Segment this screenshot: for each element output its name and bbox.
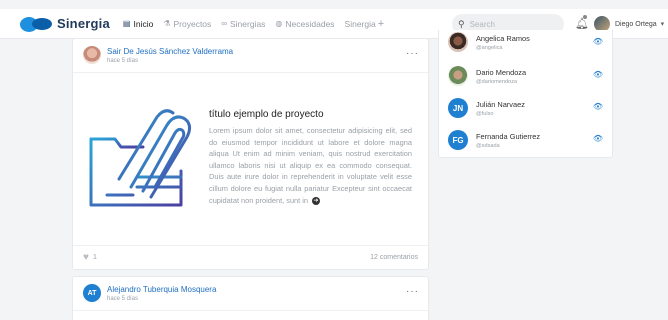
post-body: título ejemplo de proyecto Lorem ipsum d… — [73, 73, 428, 245]
link-icon: ∞ — [221, 19, 227, 28]
post-author[interactable]: Alejandro Tuberquia Mosquera — [107, 285, 216, 294]
search-input[interactable] — [469, 19, 550, 29]
avatar — [448, 32, 468, 52]
avatar: JN — [448, 98, 468, 118]
eye-icon[interactable]: 👁︎ — [593, 134, 603, 143]
user-name: Diego Ortega — [615, 20, 657, 28]
projects-icon: ⚗ — [163, 19, 171, 28]
like-count: 1 — [92, 254, 97, 261]
heart-icon[interactable]: ♥ — [83, 252, 89, 263]
avatar: FG — [448, 130, 468, 150]
nav-item-proyectos[interactable]: ⚗ Proyectos — [163, 19, 211, 29]
nav-label: Sinergias — [229, 18, 266, 29]
suggested-user-handle: @dariomendoza — [476, 79, 518, 85]
suggested-user-handle: @sdsada — [476, 143, 500, 149]
project-post-card: Sair De Jesús Sánchez Valderrama hace 5 … — [72, 38, 429, 270]
suggested-user-handle: @angelica — [476, 45, 503, 51]
eye-icon[interactable]: 👁︎ — [593, 70, 603, 79]
post-header: AT Alejandro Tuberquia Mosquera hace 5 d… — [73, 277, 428, 311]
brand-name: Sinergia — [57, 16, 110, 31]
avatar[interactable]: AT — [83, 284, 101, 302]
nav-item-add-sinergia[interactable]: Sinergia + — [344, 17, 385, 30]
project-description: Lorem ipsum dolor sit amet, consectetur … — [209, 125, 412, 206]
home-icon: ▤ — [122, 19, 131, 28]
suggested-users-panel: Angelica Ramos @angelica 👁︎ Dario Mendoz… — [438, 30, 613, 158]
project-description-text: Lorem ipsum dolor sit amet, consectetur … — [209, 126, 412, 205]
more-options-icon[interactable]: ··· — [406, 286, 419, 297]
suggested-user-name: Julián Narvaez — [476, 100, 525, 109]
nav-item-inicio[interactable]: ▤ Inicio — [123, 19, 153, 29]
nav-item-necesidades[interactable]: ◍ Necesidades — [275, 19, 334, 29]
suggested-user[interactable]: FG Fernanda Gutierrez @sdsada 👁︎ — [439, 126, 612, 156]
nav-label: Sinergia — [344, 18, 376, 29]
sinergia-logo-icon — [20, 16, 54, 32]
brand-logo[interactable]: Sinergia — [20, 16, 110, 32]
notification-dot — [583, 15, 587, 19]
suggested-user[interactable]: Angelica Ramos @angelica 👁︎ — [439, 30, 612, 60]
plus-icon: + — [377, 17, 385, 30]
post-header: Sair De Jesús Sánchez Valderrama hace 5 … — [73, 39, 428, 73]
main-nav: ▤ Inicio ⚗ Proyectos ∞ Sinergias ◍ Neces… — [123, 17, 394, 30]
comments-link[interactable]: 12 comentarios — [370, 254, 418, 261]
globe-icon: ◍ — [275, 19, 283, 28]
nav-item-sinergias[interactable]: ∞ Sinergias — [221, 19, 265, 29]
post-footer: ♥ 1 12 comentarios — [73, 245, 428, 269]
search-icon: ⚲ — [458, 18, 465, 29]
post-timestamp: hace 5 días — [107, 58, 139, 64]
post-timestamp: hace 5 días — [107, 296, 139, 302]
eye-icon[interactable]: 👁︎ — [593, 102, 603, 111]
post-author[interactable]: Sair De Jesús Sánchez Valderrama — [107, 47, 233, 56]
arrow-right-icon[interactable]: ➜ — [312, 196, 321, 205]
suggested-user[interactable]: Dario Mendoza @dariomendoza 👁︎ — [439, 62, 612, 92]
project-post-card: AT Alejandro Tuberquia Mosquera hace 5 d… — [72, 276, 429, 320]
suggested-user-name: Fernanda Gutierrez — [476, 132, 541, 141]
nav-label: Proyectos — [173, 18, 212, 29]
project-title[interactable]: título ejemplo de proyecto — [209, 109, 324, 120]
avatar[interactable] — [83, 46, 101, 64]
avatar — [448, 66, 468, 86]
suggested-user-name: Angelica Ramos — [476, 34, 530, 43]
suggested-user[interactable]: JN Julián Narvaez @fulso 👁︎ — [439, 94, 612, 124]
chevron-down-icon: ▾ — [660, 21, 665, 28]
notifications-bell-icon[interactable]: 🔔︎ — [575, 15, 589, 30]
suggested-user-handle: @fulso — [476, 111, 494, 117]
eye-icon[interactable]: 👁︎ — [593, 37, 603, 46]
nav-label: Inicio — [133, 18, 154, 29]
nav-label: Necesidades — [285, 18, 335, 29]
suggested-user-name: Dario Mendoza — [476, 68, 527, 77]
more-options-icon[interactable]: ··· — [406, 48, 419, 59]
paperclip-folder-icon — [89, 109, 192, 207]
